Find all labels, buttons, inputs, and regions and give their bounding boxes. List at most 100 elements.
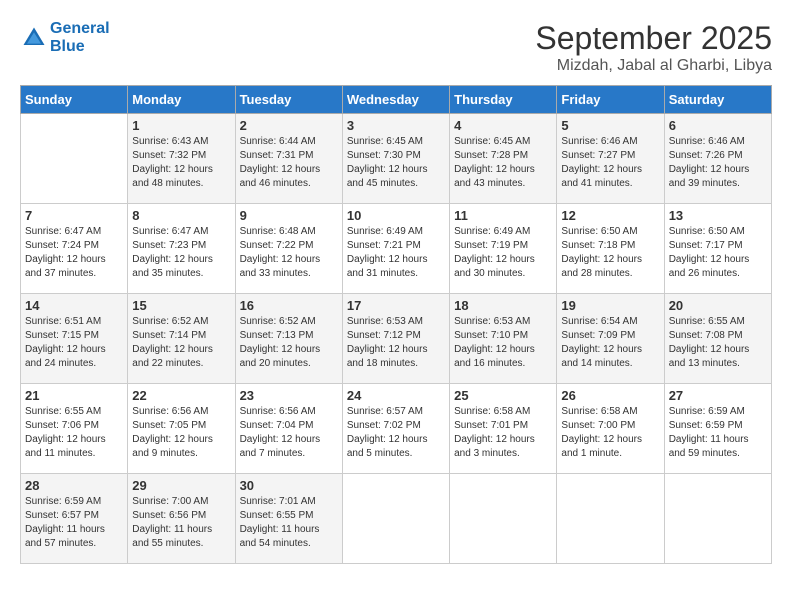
day-cell: 6 Sunrise: 6:46 AMSunset: 7:26 PMDaylight… [664, 114, 771, 204]
title-block: September 2025 Mizdah, Jabal al Gharbi, … [535, 20, 772, 75]
day-info: Sunrise: 6:46 AMSunset: 7:27 PMDaylight:… [561, 135, 659, 191]
day-number: 25 [454, 388, 552, 403]
day-number: 18 [454, 298, 552, 313]
day-cell [557, 474, 664, 564]
day-cell: 3 Sunrise: 6:45 AMSunset: 7:30 PMDaylight… [342, 114, 449, 204]
day-info: Sunrise: 6:52 AMSunset: 7:13 PMDaylight:… [240, 315, 338, 371]
day-cell: 8Sunrise: 6:47 AMSunset: 7:23 PMDaylight… [128, 204, 235, 294]
day-cell [664, 474, 771, 564]
day-info: Sunrise: 7:00 AMSunset: 6:56 PMDaylight:… [132, 495, 230, 551]
day-number: 19 [561, 298, 659, 313]
day-info: Sunrise: 6:50 AMSunset: 7:17 PMDaylight:… [669, 225, 767, 281]
day-number: 16 [240, 298, 338, 313]
day-cell: 13 Sunrise: 6:50 AMSunset: 7:17 PMDayligh… [664, 204, 771, 294]
day-number: 5 [561, 118, 659, 133]
day-number: 10 [347, 208, 445, 223]
week-row-1: 1 Sunrise: 6:43 AMSunset: 7:32 PMDaylight… [21, 114, 772, 204]
day-cell: 2Sunrise: 6:44 AMSunset: 7:31 PMDaylight… [235, 114, 342, 204]
day-info: Sunrise: 6:46 AMSunset: 7:26 PMDaylight:… [669, 135, 767, 191]
day-number: 17 [347, 298, 445, 313]
header-monday: Monday [128, 86, 235, 114]
day-info: Sunrise: 6:56 AMSunset: 7:04 PMDaylight:… [240, 405, 338, 461]
day-number: 27 [669, 388, 767, 403]
day-info: Sunrise: 6:45 AMSunset: 7:28 PMDaylight:… [454, 135, 552, 191]
calendar-table: SundayMondayTuesdayWednesdayThursdayFrid… [20, 85, 772, 564]
day-number: 13 [669, 208, 767, 223]
header-thursday: Thursday [450, 86, 557, 114]
day-cell: 5 Sunrise: 6:46 AMSunset: 7:27 PMDaylight… [557, 114, 664, 204]
day-number: 29 [132, 478, 230, 493]
day-cell: 20 Sunrise: 6:55 AMSunset: 7:08 PMDayligh… [664, 294, 771, 384]
day-cell: 30 Sunrise: 7:01 AMSunset: 6:55 PMDayligh… [235, 474, 342, 564]
day-number: 15 [132, 298, 230, 313]
day-cell [21, 114, 128, 204]
day-number: 11 [454, 208, 552, 223]
day-info: Sunrise: 6:55 AMSunset: 7:06 PMDaylight:… [25, 405, 123, 461]
day-cell: 23Sunrise: 6:56 AMSunset: 7:04 PMDayligh… [235, 384, 342, 474]
day-cell: 17Sunrise: 6:53 AMSunset: 7:12 PMDayligh… [342, 294, 449, 384]
week-row-3: 14 Sunrise: 6:51 AMSunset: 7:15 PMDayligh… [21, 294, 772, 384]
day-number: 12 [561, 208, 659, 223]
day-cell: 1 Sunrise: 6:43 AMSunset: 7:32 PMDaylight… [128, 114, 235, 204]
day-number: 30 [240, 478, 338, 493]
logo-icon [20, 24, 48, 52]
day-info: Sunrise: 6:43 AMSunset: 7:32 PMDaylight:… [132, 135, 230, 191]
week-row-5: 28Sunrise: 6:59 AMSunset: 6:57 PMDayligh… [21, 474, 772, 564]
day-cell: 18 Sunrise: 6:53 AMSunset: 7:10 PMDayligh… [450, 294, 557, 384]
day-info: Sunrise: 6:53 AMSunset: 7:10 PMDaylight:… [454, 315, 552, 371]
day-cell [342, 474, 449, 564]
day-info: Sunrise: 6:50 AMSunset: 7:18 PMDaylight:… [561, 225, 659, 281]
logo-blue: Blue [50, 38, 110, 56]
day-number: 22 [132, 388, 230, 403]
day-number: 14 [25, 298, 123, 313]
day-cell: 27 Sunrise: 6:59 AMSunset: 6:59 PMDayligh… [664, 384, 771, 474]
header-tuesday: Tuesday [235, 86, 342, 114]
day-cell: 12 Sunrise: 6:50 AMSunset: 7:18 PMDayligh… [557, 204, 664, 294]
day-number: 7 [25, 208, 123, 223]
day-cell: 11 Sunrise: 6:49 AMSunset: 7:19 PMDayligh… [450, 204, 557, 294]
day-info: Sunrise: 6:47 AMSunset: 7:23 PMDaylight:… [132, 225, 230, 281]
week-row-4: 21 Sunrise: 6:55 AMSunset: 7:06 PMDayligh… [21, 384, 772, 474]
day-number: 24 [347, 388, 445, 403]
day-info: Sunrise: 6:54 AMSunset: 7:09 PMDaylight:… [561, 315, 659, 371]
day-cell: 14 Sunrise: 6:51 AMSunset: 7:15 PMDayligh… [21, 294, 128, 384]
day-cell: 10 Sunrise: 6:49 AMSunset: 7:21 PMDayligh… [342, 204, 449, 294]
day-info: Sunrise: 6:55 AMSunset: 7:08 PMDaylight:… [669, 315, 767, 371]
day-cell: 26Sunrise: 6:58 AMSunset: 7:00 PMDayligh… [557, 384, 664, 474]
location-title: Mizdah, Jabal al Gharbi, Libya [535, 57, 772, 75]
day-cell: 7 Sunrise: 6:47 AMSunset: 7:24 PMDaylight… [21, 204, 128, 294]
page-header: General Blue September 2025 Mizdah, Jaba… [20, 20, 772, 75]
header-wednesday: Wednesday [342, 86, 449, 114]
day-info: Sunrise: 6:45 AMSunset: 7:30 PMDaylight:… [347, 135, 445, 191]
day-number: 6 [669, 118, 767, 133]
day-info: Sunrise: 6:58 AMSunset: 7:00 PMDaylight:… [561, 405, 659, 461]
day-cell: 16 Sunrise: 6:52 AMSunset: 7:13 PMDayligh… [235, 294, 342, 384]
header-friday: Friday [557, 86, 664, 114]
day-number: 20 [669, 298, 767, 313]
day-cell: 25 Sunrise: 6:58 AMSunset: 7:01 PMDayligh… [450, 384, 557, 474]
day-info: Sunrise: 6:49 AMSunset: 7:19 PMDaylight:… [454, 225, 552, 281]
day-cell: 9Sunrise: 6:48 AMSunset: 7:22 PMDaylight… [235, 204, 342, 294]
day-number: 3 [347, 118, 445, 133]
day-number: 9 [240, 208, 338, 223]
header-saturday: Saturday [664, 86, 771, 114]
day-cell: 21 Sunrise: 6:55 AMSunset: 7:06 PMDayligh… [21, 384, 128, 474]
day-info: Sunrise: 6:51 AMSunset: 7:15 PMDaylight:… [25, 315, 123, 371]
month-title: September 2025 [535, 20, 772, 57]
day-info: Sunrise: 6:47 AMSunset: 7:24 PMDaylight:… [25, 225, 123, 281]
logo: General Blue [20, 20, 110, 56]
day-cell [450, 474, 557, 564]
day-info: Sunrise: 7:01 AMSunset: 6:55 PMDaylight:… [240, 495, 338, 551]
day-cell: 15Sunrise: 6:52 AMSunset: 7:14 PMDayligh… [128, 294, 235, 384]
day-number: 4 [454, 118, 552, 133]
day-number: 1 [132, 118, 230, 133]
day-cell: 24Sunrise: 6:57 AMSunset: 7:02 PMDayligh… [342, 384, 449, 474]
day-cell: 28Sunrise: 6:59 AMSunset: 6:57 PMDayligh… [21, 474, 128, 564]
header-row: SundayMondayTuesdayWednesdayThursdayFrid… [21, 86, 772, 114]
day-info: Sunrise: 6:49 AMSunset: 7:21 PMDaylight:… [347, 225, 445, 281]
day-number: 28 [25, 478, 123, 493]
day-cell: 19 Sunrise: 6:54 AMSunset: 7:09 PMDayligh… [557, 294, 664, 384]
day-number: 21 [25, 388, 123, 403]
day-info: Sunrise: 6:59 AMSunset: 6:59 PMDaylight:… [669, 405, 767, 461]
day-info: Sunrise: 6:58 AMSunset: 7:01 PMDaylight:… [454, 405, 552, 461]
